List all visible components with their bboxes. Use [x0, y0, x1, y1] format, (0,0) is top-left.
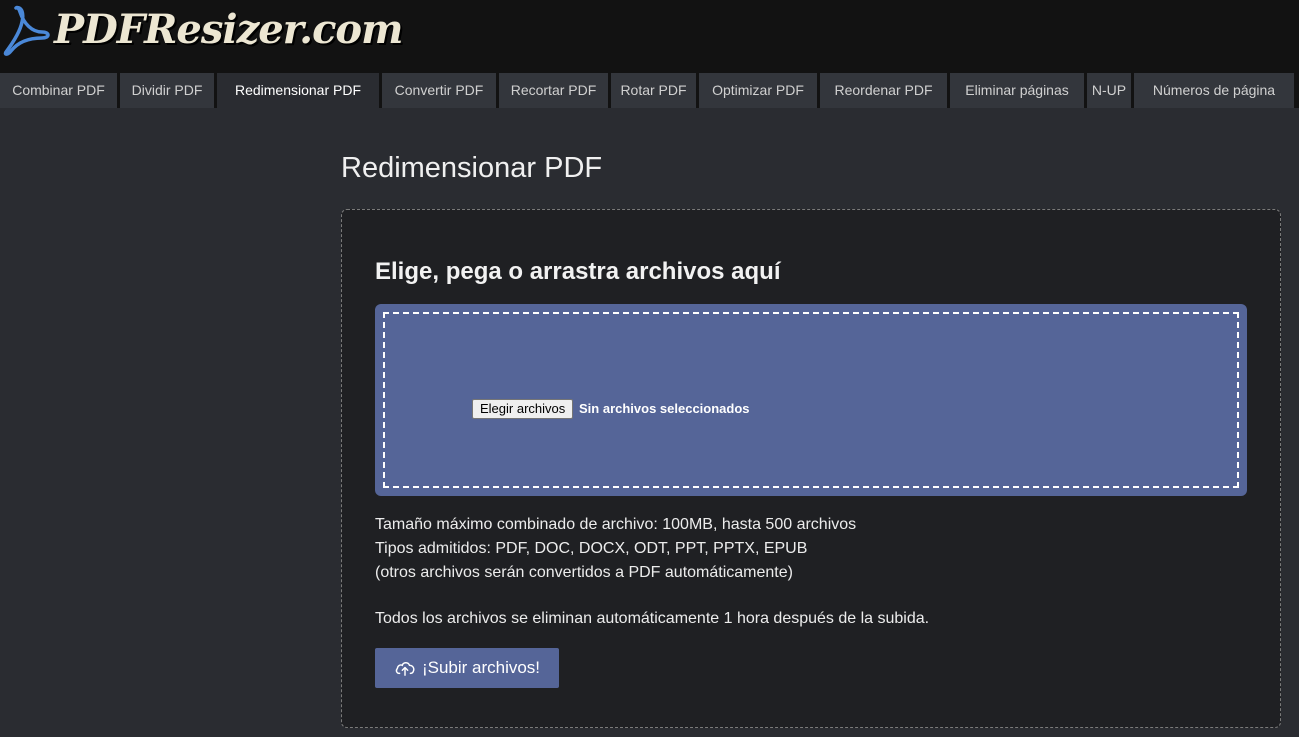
file-dropzone[interactable]: Elegir archivos Sin archivos seleccionad…	[375, 304, 1247, 496]
upload-files-button[interactable]: ¡Subir archivos!	[375, 648, 559, 688]
tab-redimensionar-pdf[interactable]: Redimensionar PDF	[217, 73, 379, 108]
tab-rotar-pdf[interactable]: Rotar PDF	[611, 73, 696, 108]
tab-convertir-pdf[interactable]: Convertir PDF	[382, 73, 496, 108]
tab-n-up[interactable]: N-UP	[1087, 73, 1131, 108]
max-size-text: Tamaño máximo combinado de archivo: 100M…	[375, 516, 857, 533]
choose-files-button[interactable]: Elegir archivos	[472, 399, 574, 419]
deletion-notice: Todos los archivos se eliminan automátic…	[375, 610, 930, 627]
cloud-upload-icon	[395, 662, 415, 676]
upload-button-label: ¡Subir archivos!	[421, 658, 541, 677]
upload-panel: Elige, pega o arrastra archivos aquí Ele…	[341, 209, 1281, 728]
tab-recortar-pdf[interactable]: Recortar PDF	[499, 73, 608, 108]
acrobat-logo-icon	[3, 5, 50, 56]
site-header: PDFResizer.com	[0, 0, 1299, 73]
tab-reordenar-pdf[interactable]: Reordenar PDF	[820, 73, 947, 108]
tool-tabs: Combinar PDF Dividir PDF Redimensionar P…	[0, 73, 1299, 108]
tab-dividir-pdf[interactable]: Dividir PDF	[120, 73, 214, 108]
site-logo[interactable]: PDFResizer.com	[2, 2, 403, 58]
panel-heading: Elige, pega o arrastra archivos aquí	[375, 258, 781, 285]
file-selection-status: Sin archivos seleccionados	[579, 401, 750, 416]
tab-combinar-pdf[interactable]: Combinar PDF	[0, 73, 117, 108]
dropzone-border: Elegir archivos Sin archivos seleccionad…	[383, 312, 1239, 488]
tab-optimizar-pdf[interactable]: Optimizar PDF	[699, 73, 817, 108]
upload-info: Tamaño máximo combinado de archivo: 100M…	[375, 513, 856, 585]
page-title: Redimensionar PDF	[341, 152, 603, 184]
tab-eliminar-paginas[interactable]: Eliminar páginas	[950, 73, 1084, 108]
tab-numeros-de-pagina[interactable]: Números de página	[1134, 73, 1294, 108]
supported-types-text: Tipos admitidos: PDF, DOC, DOCX, ODT, PP…	[375, 540, 808, 557]
auto-convert-text: (otros archivos serán convertidos a PDF …	[375, 564, 793, 581]
logo-text: PDFResizer.com	[54, 6, 403, 53]
